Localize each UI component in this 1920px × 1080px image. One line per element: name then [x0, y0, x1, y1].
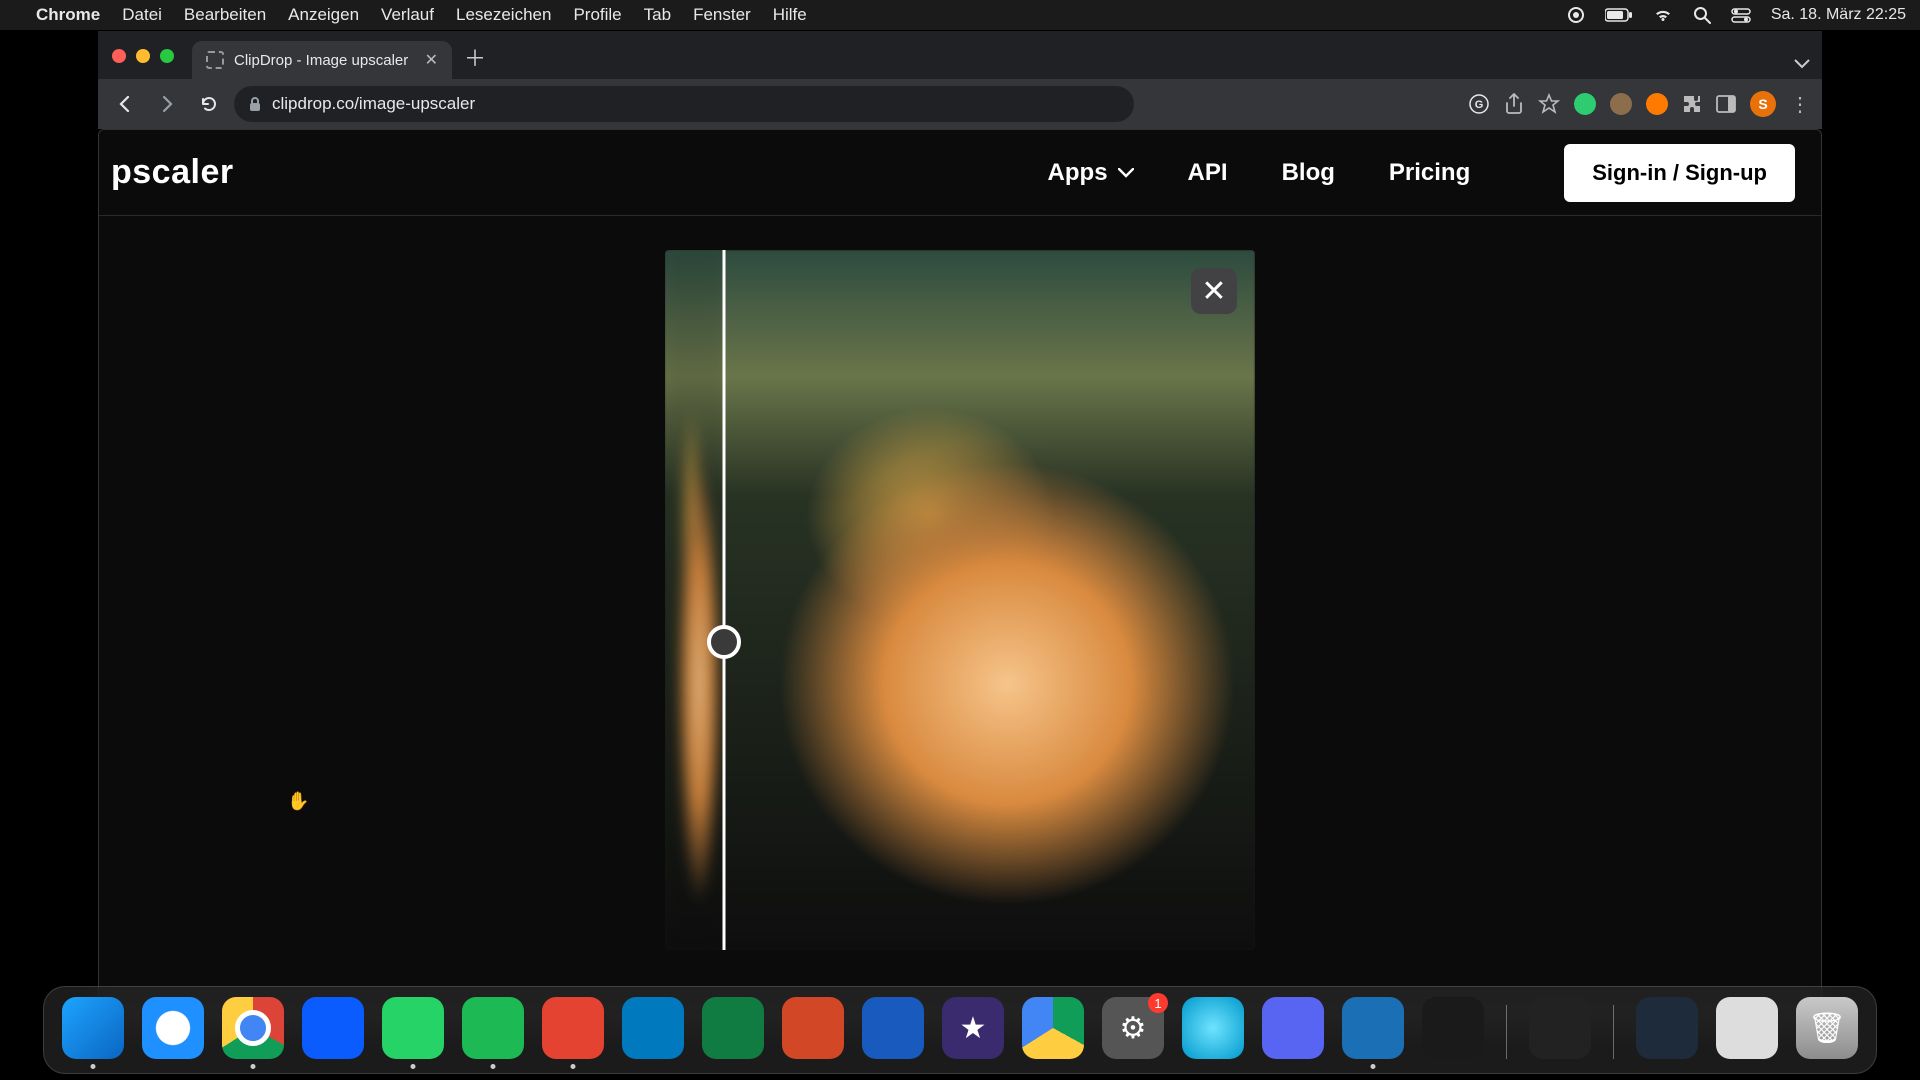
dock-app-googledrive[interactable] [1022, 997, 1084, 1059]
chrome-window: ClipDrop - Image upscaler ✕ ＋ clipdrop.c… [98, 30, 1822, 1080]
chevron-down-icon [1118, 168, 1134, 178]
share-icon[interactable] [1504, 93, 1524, 115]
extensions-puzzle-icon[interactable] [1682, 94, 1702, 114]
side-panel-icon[interactable] [1716, 95, 1736, 113]
dock-app-spotify[interactable] [462, 997, 524, 1059]
browser-tab-active[interactable]: ClipDrop - Image upscaler ✕ [192, 41, 452, 79]
back-button[interactable] [108, 87, 142, 121]
nav-link-api[interactable]: API [1188, 159, 1228, 187]
url-text: clipdrop.co/image-upscaler [272, 94, 475, 114]
menubar-item-tab[interactable]: Tab [644, 5, 671, 25]
address-bar: clipdrop.co/image-upscaler G S ⋮ [98, 79, 1822, 129]
battery-icon[interactable] [1605, 8, 1633, 22]
svg-text:G: G [1475, 99, 1484, 111]
wifi-icon[interactable] [1653, 7, 1673, 23]
nav-link-blog[interactable]: Blog [1282, 159, 1335, 187]
dock-app-trello[interactable] [622, 997, 684, 1059]
close-image-button[interactable]: ✕ [1191, 268, 1237, 314]
dock-app-safari[interactable] [142, 997, 204, 1059]
site-header: pscaler Apps API Blog Pricing Sign-in / … [99, 130, 1821, 216]
window-close-button[interactable] [112, 49, 126, 63]
dock-app-voicememos[interactable] [1422, 997, 1484, 1059]
translate-icon[interactable]: G [1468, 93, 1490, 115]
dock-app-excel[interactable] [702, 997, 764, 1059]
signin-button[interactable]: Sign-in / Sign-up [1564, 144, 1795, 202]
dock-app-discord[interactable] [1262, 997, 1324, 1059]
tab-favicon-icon [206, 51, 224, 69]
control-center-icon[interactable] [1731, 7, 1751, 23]
new-tab-button[interactable]: ＋ [464, 41, 486, 73]
window-controls [112, 49, 174, 63]
dock-app-chrome[interactable] [222, 997, 284, 1059]
compare-slider-handle[interactable] [707, 625, 741, 659]
profile-avatar[interactable]: S [1750, 91, 1776, 117]
dock-stack-1[interactable] [1636, 997, 1698, 1059]
dock-app-generic-blue[interactable] [1182, 997, 1244, 1059]
tab-strip: ClipDrop - Image upscaler ✕ ＋ [98, 31, 1822, 79]
dock-wrap: ★ ⚙1 🗑 [0, 986, 1920, 1074]
dock-app-finder[interactable] [62, 997, 124, 1059]
tab-close-button[interactable]: ✕ [425, 50, 438, 70]
omnibox[interactable]: clipdrop.co/image-upscaler [234, 86, 1134, 122]
compare-image-after [665, 250, 1255, 950]
menubar-item-datei[interactable]: Datei [122, 5, 162, 25]
page-viewport: pscaler Apps API Blog Pricing Sign-in / … [98, 129, 1822, 1080]
menubar-item-fenster[interactable]: Fenster [693, 5, 751, 25]
brand-text-fragment: pscaler [111, 153, 234, 192]
window-maximize-button[interactable] [160, 49, 174, 63]
close-icon: ✕ [1201, 274, 1226, 309]
dock-settings-badge: 1 [1148, 993, 1168, 1013]
menubar-item-bearbeiten[interactable]: Bearbeiten [184, 5, 266, 25]
menubar-item-lesezeichen[interactable]: Lesezeichen [456, 5, 551, 25]
macos-dock: ★ ⚙1 🗑 [43, 986, 1877, 1074]
screen-record-icon[interactable] [1567, 6, 1585, 24]
chrome-menu-button[interactable]: ⋮ [1790, 92, 1812, 117]
top-nav: Apps API Blog Pricing Sign-in / Sign-up [1048, 144, 1795, 202]
page-frame: pscaler Apps API Blog Pricing Sign-in / … [98, 129, 1822, 1030]
compare-image-before-mask [665, 250, 724, 950]
bookmark-star-icon[interactable] [1538, 93, 1560, 115]
menubar-item-profile[interactable]: Profile [573, 5, 621, 25]
compare-divider-line [723, 250, 726, 950]
dock-app-desktop-preview[interactable] [1529, 997, 1591, 1059]
canvas-area: ✕ ✋ [99, 216, 1821, 1029]
nav-link-apps-label: Apps [1048, 159, 1108, 187]
extension-icon-2[interactable] [1610, 93, 1632, 115]
menubar-item-verlauf[interactable]: Verlauf [381, 5, 434, 25]
lock-icon [248, 96, 262, 112]
dock-stack-2[interactable] [1716, 997, 1778, 1059]
reload-button[interactable] [192, 87, 226, 121]
dock-app-word[interactable] [862, 997, 924, 1059]
dock-separator-2 [1613, 1005, 1614, 1059]
dock-app-zoom[interactable] [302, 997, 364, 1059]
menubar-app-name[interactable]: Chrome [36, 5, 100, 25]
nav-link-apps[interactable]: Apps [1048, 159, 1134, 187]
extension-icon-3[interactable] [1646, 93, 1668, 115]
dock-app-imovie[interactable]: ★ [942, 997, 1004, 1059]
nav-link-pricing[interactable]: Pricing [1389, 159, 1470, 187]
macos-menubar: Chrome Datei Bearbeiten Anzeigen Verlauf… [0, 0, 1920, 30]
dock-app-quicktime[interactable] [1342, 997, 1404, 1059]
tab-title: ClipDrop - Image upscaler [234, 52, 408, 69]
menubar-clock[interactable]: Sa. 18. März 22:25 [1771, 6, 1906, 24]
dock-app-settings[interactable]: ⚙1 [1102, 997, 1164, 1059]
image-compare-widget[interactable]: ✕ [665, 250, 1255, 950]
grab-cursor-icon: ✋ [287, 791, 309, 812]
dock-app-whatsapp[interactable] [382, 997, 444, 1059]
tabs-dropdown-button[interactable] [1794, 59, 1810, 69]
window-minimize-button[interactable] [136, 49, 150, 63]
forward-button[interactable] [150, 87, 184, 121]
extension-shield-icon[interactable] [1574, 93, 1596, 115]
dock-separator [1506, 1005, 1507, 1059]
dock-app-todoist[interactable] [542, 997, 604, 1059]
dock-trash[interactable]: 🗑 [1796, 997, 1858, 1059]
menubar-item-hilfe[interactable]: Hilfe [773, 5, 807, 25]
menubar-item-anzeigen[interactable]: Anzeigen [288, 5, 359, 25]
dock-app-powerpoint[interactable] [782, 997, 844, 1059]
search-icon[interactable] [1693, 6, 1711, 24]
